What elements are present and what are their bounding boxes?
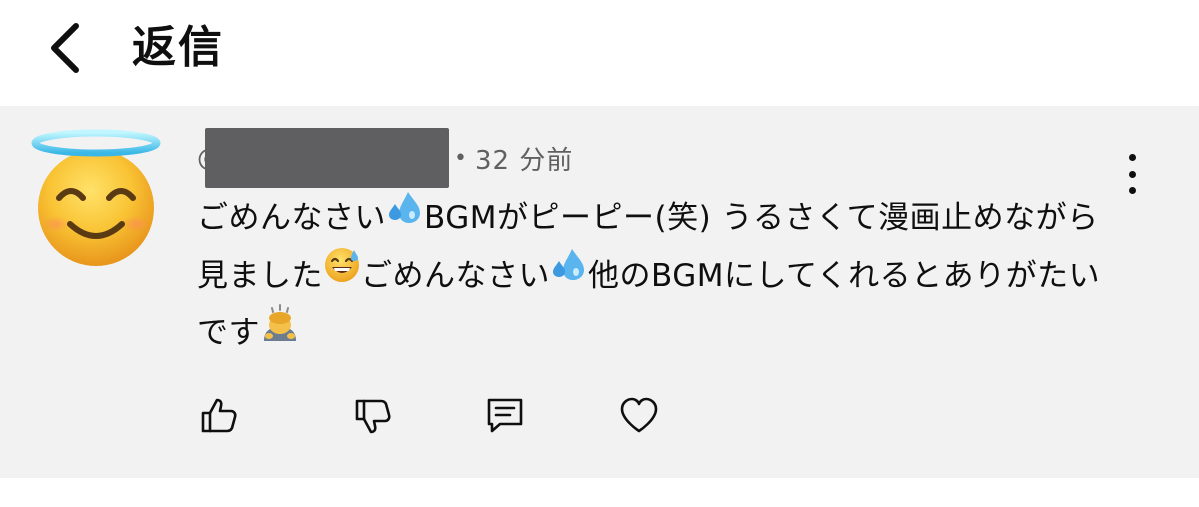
thumbs-up-icon [201,398,237,433]
comment-header: @ • 32 分前 [197,126,573,190]
comment-text-part-3: ごめんなさい [361,257,550,294]
comment-card: @ • 32 分前 ごめんなさい BGMがピーピー(笑) うるさくて漫画止めなが… [0,106,1199,478]
comment-body: ごめんなさい BGMがピーピー(笑) うるさくて漫画止めながら見ました ごめんな… [197,190,1127,364]
back-button[interactable] [36,18,92,78]
redacted-username [205,128,449,188]
more-options-button[interactable] [1117,154,1147,194]
author-handle[interactable]: @ [197,126,452,190]
vertical-ellipsis-icon [1128,154,1136,161]
like-button[interactable] [197,394,241,438]
comment-text-part-1: ごめんなさい [197,200,386,236]
grinning-face-with-sweat-emoji [323,246,361,302]
sweat-droplets-emoji [550,246,588,302]
page-bottom [0,478,1199,507]
dislike-button[interactable] [351,394,395,438]
smiling-face-with-halo-emoji [31,129,161,266]
separator-dot: • [454,145,467,171]
heart-icon [620,397,658,433]
page-title: 返信 [132,22,224,73]
header-bar: 返信 [0,0,1199,104]
thumbs-down-icon [355,399,391,434]
reply-button[interactable] [483,394,527,438]
avatar[interactable] [26,126,166,266]
comment-icon [487,398,523,433]
ellipsis-dot [1128,170,1136,178]
ellipsis-dot [1128,187,1136,194]
comment-timestamp[interactable]: 32 分前 [475,140,573,177]
chevron-left-icon [51,23,79,73]
sweat-droplets-emoji [386,189,424,245]
person-bowing-emoji [260,303,300,361]
comment-actions [197,392,661,440]
heart-button[interactable] [617,394,661,438]
